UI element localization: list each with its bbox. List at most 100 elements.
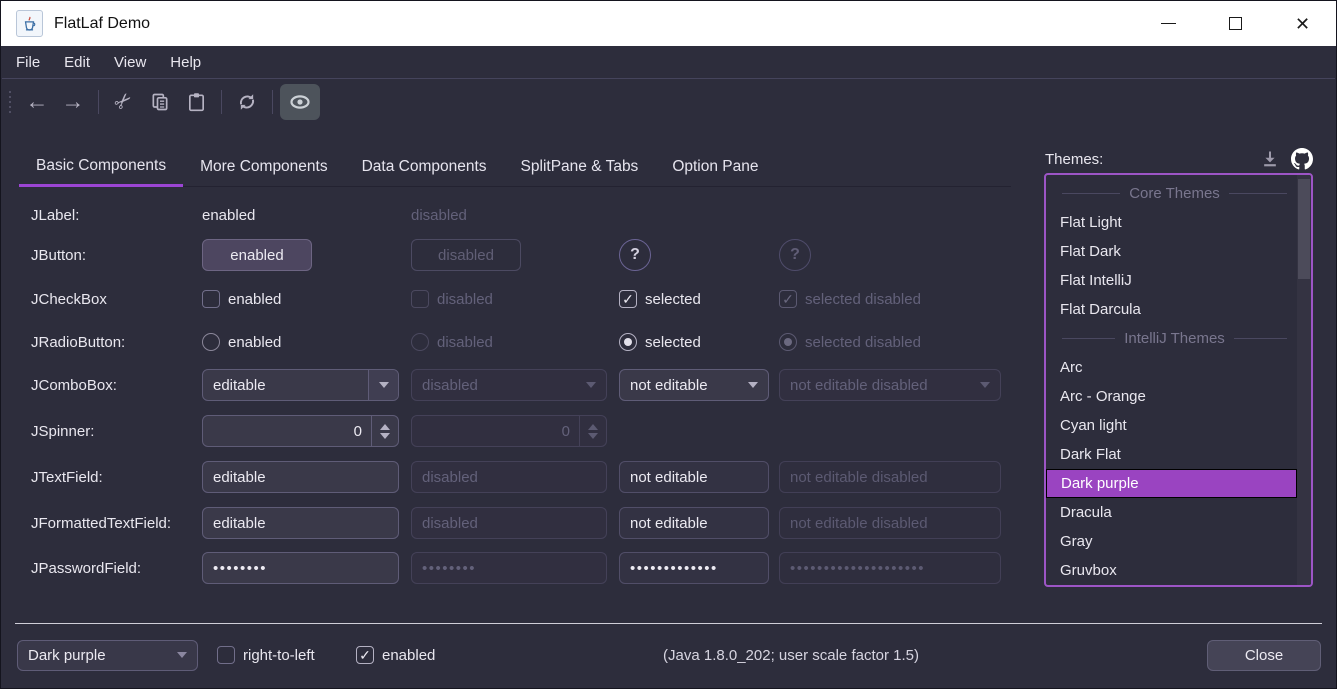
checkbox-disabled: disabled bbox=[411, 281, 493, 317]
combobox-disabled: disabled bbox=[411, 369, 607, 401]
checkbox-selected-disabled: ✓selected disabled bbox=[779, 281, 921, 317]
theme-item-dark-flat[interactable]: Dark Flat bbox=[1046, 440, 1297, 469]
cut-button[interactable]: ✂ bbox=[106, 85, 142, 119]
radio-selected[interactable]: selected bbox=[619, 324, 701, 360]
jformattedtextfield-row-label: JFormattedTextField: bbox=[31, 515, 171, 532]
menu-edit[interactable]: Edit bbox=[52, 46, 102, 78]
window-title: FlatLaf Demo bbox=[54, 15, 150, 33]
titlebar: FlatLaf Demo ✕ bbox=[1, 1, 1336, 46]
combobox-editable[interactable]: editable bbox=[202, 369, 399, 401]
help-button[interactable]: ? bbox=[619, 239, 651, 271]
spinner-arrows[interactable] bbox=[371, 416, 398, 446]
show-hidden-toggle-button[interactable] bbox=[280, 84, 320, 120]
status-text: (Java 1.8.0_202; user scale factor 1.5) bbox=[663, 639, 919, 671]
minimize-icon bbox=[1161, 23, 1176, 25]
checkbox-selected[interactable]: ✓selected bbox=[619, 281, 701, 317]
password-field-not-editable-disabled: •••••••••••••••••••• bbox=[779, 552, 1001, 584]
textfield-editable[interactable]: editable bbox=[202, 461, 399, 493]
jradiobutton-row: JRadioButton: enabled disabled selected … bbox=[31, 324, 1026, 360]
checkbox-enabled[interactable]: enabled bbox=[202, 281, 281, 317]
radio-selected-icon bbox=[779, 333, 797, 351]
minimize-button[interactable] bbox=[1135, 1, 1202, 46]
right-to-left-checkbox[interactable]: right-to-left bbox=[217, 639, 315, 671]
back-button[interactable]: ← bbox=[19, 85, 55, 119]
jcheckbox-row-label: JCheckBox bbox=[31, 291, 107, 308]
themes-header: Themes: bbox=[1045, 147, 1315, 171]
close-button[interactable]: Close bbox=[1207, 639, 1321, 671]
themes-list: Core Themes Flat Light Flat Dark Flat In… bbox=[1044, 173, 1313, 587]
spinner-enabled[interactable]: 0 bbox=[202, 415, 399, 447]
tab-option-pane[interactable]: Option Pane bbox=[655, 147, 775, 187]
disabled-button: disabled bbox=[411, 239, 521, 271]
password-field-editable[interactable]: •••••••• bbox=[202, 552, 399, 584]
toolbar-separator bbox=[98, 90, 99, 114]
jcombobox-row: JComboBox: editable disabled not editabl… bbox=[31, 369, 1026, 401]
formatted-textfield-editable[interactable]: editable bbox=[202, 507, 399, 539]
theme-item-cyan-light[interactable]: Cyan light bbox=[1046, 411, 1297, 440]
jtextfield-row: JTextField: editable disabled not editab… bbox=[31, 461, 1026, 493]
jbutton-row: JButton: enabled disabled ? ? bbox=[31, 237, 1026, 273]
refresh-button[interactable] bbox=[229, 85, 265, 119]
combobox-not-editable[interactable]: not editable bbox=[619, 369, 769, 401]
menu-file[interactable]: File bbox=[4, 46, 52, 78]
textfield-not-editable-disabled: not editable disabled bbox=[779, 461, 1001, 493]
toolbar-grip[interactable] bbox=[9, 91, 11, 113]
copy-button[interactable] bbox=[142, 85, 178, 119]
jlabel-enabled: enabled bbox=[202, 207, 255, 224]
chevron-down-icon[interactable] bbox=[368, 370, 398, 400]
theme-item-dark-purple-selected[interactable]: Dark purple bbox=[1046, 469, 1297, 498]
paste-button[interactable] bbox=[178, 85, 214, 119]
github-button[interactable] bbox=[1289, 147, 1315, 171]
radio-icon bbox=[411, 333, 429, 351]
forward-button[interactable]: → bbox=[55, 85, 91, 119]
toolbar-separator bbox=[272, 90, 273, 114]
chevron-down-icon[interactable] bbox=[738, 370, 768, 400]
jcheckbox-row: JCheckBox enabled disabled ✓selected ✓se… bbox=[31, 281, 1026, 317]
enabled-button[interactable]: enabled bbox=[202, 239, 312, 271]
cut-icon: ✂ bbox=[109, 86, 139, 116]
spinner-disabled: 0 bbox=[411, 415, 607, 447]
spinner-down-icon bbox=[588, 433, 598, 439]
menu-help[interactable]: Help bbox=[158, 46, 213, 78]
formatted-textfield-disabled: disabled bbox=[411, 507, 607, 539]
theme-item-arc-orange[interactable]: Arc - Orange bbox=[1046, 382, 1297, 411]
enabled-checkbox[interactable]: ✓ enabled bbox=[356, 639, 435, 671]
theme-selector-combobox[interactable]: Dark purple bbox=[17, 639, 198, 671]
jtextfield-row-label: JTextField: bbox=[31, 469, 103, 486]
theme-group-header: IntelliJ Themes bbox=[1046, 324, 1297, 353]
jbutton-row-label: JButton: bbox=[31, 247, 86, 264]
theme-item-flat-dark[interactable]: Flat Dark bbox=[1046, 237, 1297, 266]
theme-item-flat-darcula[interactable]: Flat Darcula bbox=[1046, 295, 1297, 324]
java-app-icon bbox=[16, 10, 43, 37]
menu-view[interactable]: View bbox=[102, 46, 158, 78]
download-button[interactable] bbox=[1257, 147, 1283, 171]
textfield-not-editable: not editable bbox=[619, 461, 769, 493]
refresh-icon bbox=[236, 91, 258, 113]
formatted-textfield-not-editable-disabled: not editable disabled bbox=[779, 507, 1001, 539]
checkbox-checked-icon: ✓ bbox=[356, 646, 374, 664]
combobox-not-editable-disabled: not editable disabled bbox=[779, 369, 1001, 401]
maximize-button[interactable] bbox=[1202, 1, 1269, 46]
download-icon bbox=[1260, 149, 1280, 169]
menubar: File Edit View Help bbox=[2, 46, 1335, 79]
theme-item-gray[interactable]: Gray bbox=[1046, 527, 1297, 556]
theme-item-gruvbox[interactable]: Gruvbox bbox=[1046, 556, 1297, 585]
tab-data-components[interactable]: Data Components bbox=[345, 147, 504, 187]
jspinner-row: JSpinner: 0 0 bbox=[31, 415, 1026, 447]
theme-item-flat-intellij[interactable]: Flat IntelliJ bbox=[1046, 266, 1297, 295]
theme-item-flat-light[interactable]: Flat Light bbox=[1046, 208, 1297, 237]
theme-item-dracula[interactable]: Dracula bbox=[1046, 498, 1297, 527]
forward-icon: → bbox=[62, 88, 85, 115]
back-icon: ← bbox=[26, 88, 49, 115]
jpasswordfield-row-label: JPasswordField: bbox=[31, 560, 141, 577]
theme-item-arc[interactable]: Arc bbox=[1046, 353, 1297, 382]
tab-more-components[interactable]: More Components bbox=[183, 147, 345, 187]
themes-scrollbar-thumb[interactable] bbox=[1298, 179, 1310, 279]
themes-scrollbar[interactable] bbox=[1297, 175, 1311, 585]
close-icon: ✕ bbox=[1295, 15, 1310, 33]
tab-splitpane-tabs[interactable]: SplitPane & Tabs bbox=[504, 147, 656, 187]
radio-enabled[interactable]: enabled bbox=[202, 324, 281, 360]
close-window-button[interactable]: ✕ bbox=[1269, 1, 1336, 46]
tab-basic-components[interactable]: Basic Components bbox=[19, 147, 183, 187]
radio-selected-icon bbox=[619, 333, 637, 351]
